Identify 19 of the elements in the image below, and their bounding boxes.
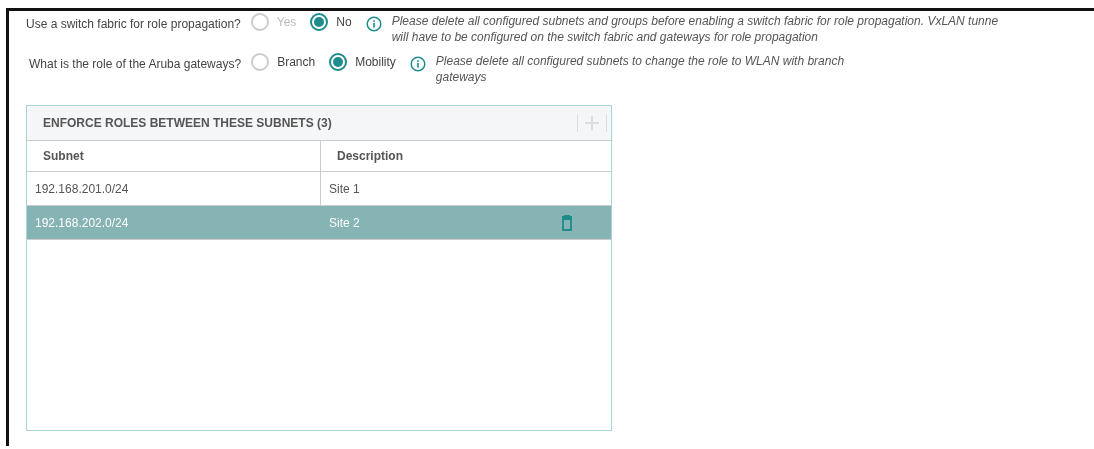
question-label: What is the role of the Aruba gateways? xyxy=(28,56,242,71)
column-header: Description xyxy=(336,148,404,165)
card-title: ENFORCE ROLES BETWEEN THESE SUBNETS (3) xyxy=(43,116,332,130)
info-icon xyxy=(409,56,426,72)
radio-option[interactable]: Mobility xyxy=(329,53,400,71)
info-icon xyxy=(365,16,382,32)
table-cell-text: 192.168.202.0/24 xyxy=(34,214,130,232)
question-label: Use a switch fabric for role propagation? xyxy=(26,16,241,31)
radio-option[interactable]: Branch xyxy=(251,53,320,71)
column-header: Subnet xyxy=(27,141,321,171)
table-cell: 192.168.201.0/24 xyxy=(27,172,321,205)
plus-icon xyxy=(584,115,600,131)
info-note: Please delete all configured subnets to change the role to WLAN with branch gateways xyxy=(435,53,845,85)
info-note: Please delete all configured subnets and groups before enabling a switch fabric for role propagation. VxLAN tunne will have to be configured on the switch fabric and gateways for role propagation xyxy=(391,13,999,45)
delete-icon[interactable] xyxy=(561,214,573,231)
radio-option[interactable]: No xyxy=(310,13,356,31)
table-cell-text: Site 2 xyxy=(328,215,360,230)
table-cell-text: Site 1 xyxy=(328,181,360,196)
table-row[interactable]: 192.168.201.0/24 Site 1 xyxy=(27,172,611,206)
